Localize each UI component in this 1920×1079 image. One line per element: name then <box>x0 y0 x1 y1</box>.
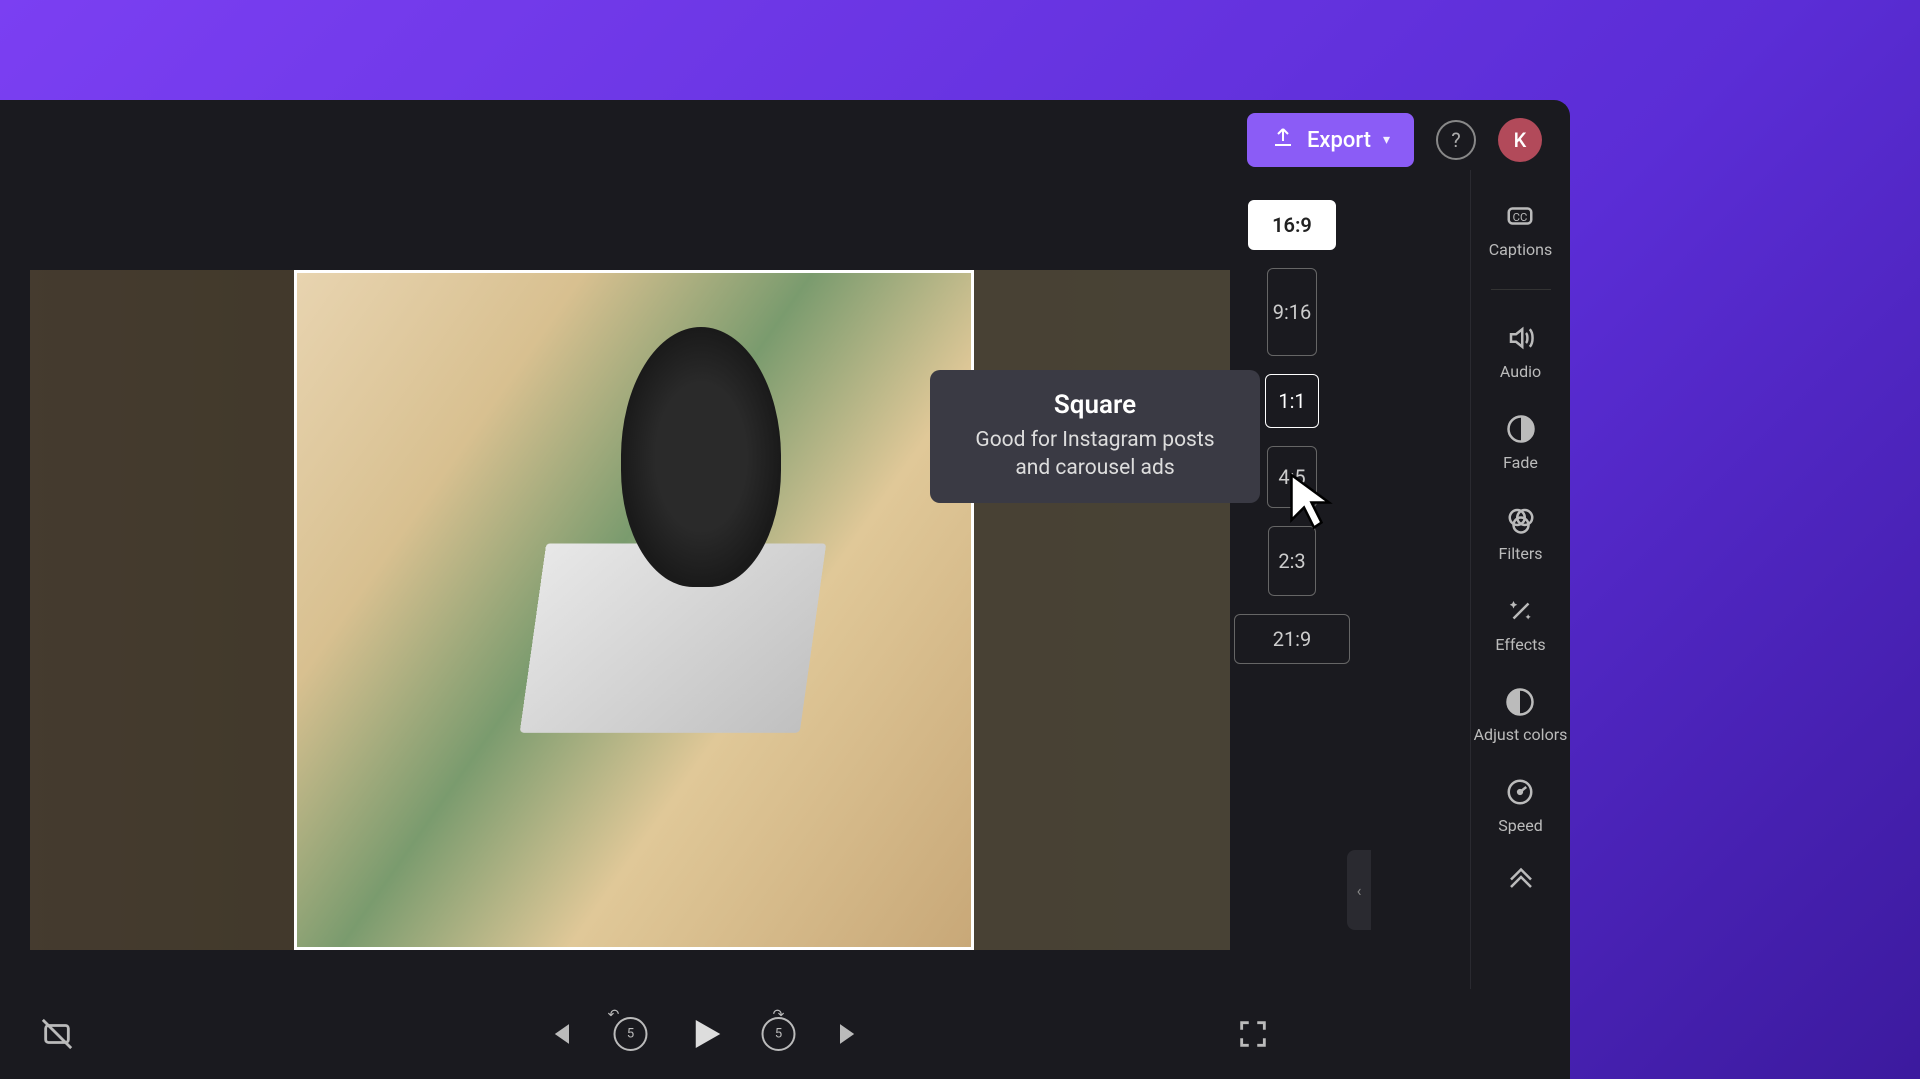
sidebar-item-fade[interactable]: Fade <box>1503 411 1539 472</box>
canvas-area: Square Good for Instagram posts and caro… <box>0 170 1470 989</box>
sidebar-item-label: Effects <box>1495 635 1545 654</box>
play-button[interactable] <box>684 1013 726 1055</box>
aspect-ratio-menu: 16:9 9:16 1:1 4:5 2:3 21:9 <box>1234 200 1350 664</box>
forward-5s-button[interactable]: ↷5 <box>762 1017 796 1051</box>
adjust-colors-icon <box>1502 684 1538 720</box>
ratio-16-9-button[interactable]: 16:9 <box>1248 200 1336 250</box>
filters-icon <box>1503 502 1539 538</box>
skip-end-button[interactable] <box>832 1017 866 1051</box>
rewind-5s-button[interactable]: ↶5 <box>614 1017 648 1051</box>
skip-seconds: 5 <box>775 1027 782 1042</box>
skip-seconds: 5 <box>627 1027 634 1042</box>
sidebar-item-label: Filters <box>1498 544 1542 563</box>
export-label: Export <box>1307 128 1371 153</box>
sidebar-item-label: Fade <box>1503 453 1538 472</box>
tooltip-title: Square <box>962 390 1228 420</box>
sidebar-item-filters[interactable]: Filters <box>1498 502 1542 563</box>
captions-icon: CC <box>1502 198 1538 234</box>
sidebar-item-speed[interactable]: Speed <box>1498 774 1542 835</box>
chevron-left-icon: ‹ <box>1357 881 1362 900</box>
speed-icon <box>1502 774 1538 810</box>
video-editor-app: Export ▾ ? K Square Good for Instagram p… <box>0 100 1570 1079</box>
player-bar: ↶5 ↷5 <box>0 989 1570 1079</box>
ratio-9-16-button[interactable]: 9:16 <box>1267 268 1317 356</box>
topbar: Export ▾ ? K <box>0 110 1570 170</box>
content-area: Square Good for Instagram posts and caro… <box>0 170 1570 989</box>
svg-text:CC: CC <box>1513 211 1528 224</box>
effects-icon <box>1503 593 1539 629</box>
sidebar-item-label: Adjust colors <box>1474 726 1568 744</box>
collapse-sidebar-button[interactable]: ‹ <box>1347 850 1371 930</box>
help-button[interactable]: ? <box>1436 120 1476 160</box>
sidebar-item-adjust-colors[interactable]: Adjust colors <box>1474 684 1568 744</box>
aspect-ratio-tooltip: Square Good for Instagram posts and caro… <box>930 370 1260 503</box>
disable-preview-button[interactable] <box>40 1017 74 1051</box>
sidebar-item-label: Speed <box>1498 816 1542 835</box>
sidebar-divider <box>1491 289 1551 290</box>
sidebar-item-audio[interactable]: Audio <box>1500 320 1541 381</box>
sidebar-item-label: Audio <box>1500 362 1541 381</box>
user-avatar[interactable]: K <box>1498 118 1542 162</box>
ratio-1-1-button[interactable]: 1:1 <box>1265 374 1319 428</box>
skip-start-button[interactable] <box>544 1017 578 1051</box>
crop-icon <box>1503 859 1539 895</box>
preview-frame[interactable] <box>294 270 974 950</box>
audio-icon <box>1503 320 1539 356</box>
fade-icon <box>1503 411 1539 447</box>
sidebar-item-label: Captions <box>1489 240 1552 259</box>
export-button[interactable]: Export ▾ <box>1247 113 1414 167</box>
upload-icon <box>1271 125 1295 155</box>
fullscreen-button[interactable] <box>1236 1017 1270 1051</box>
sidebar-item-crop[interactable] <box>1503 859 1539 895</box>
tooltip-description: Good for Instagram posts and carousel ad… <box>962 426 1228 483</box>
help-icon: ? <box>1451 128 1460 152</box>
right-sidebar: CC Captions Audio Fade <box>1470 170 1570 989</box>
sidebar-item-effects[interactable]: Effects <box>1495 593 1545 654</box>
ratio-21-9-button[interactable]: 21:9 <box>1234 614 1350 664</box>
chevron-down-icon: ▾ <box>1383 132 1390 148</box>
avatar-initial: K <box>1514 128 1527 152</box>
sidebar-item-captions[interactable]: CC Captions <box>1489 198 1552 259</box>
ratio-2-3-button[interactable]: 2:3 <box>1268 526 1316 596</box>
